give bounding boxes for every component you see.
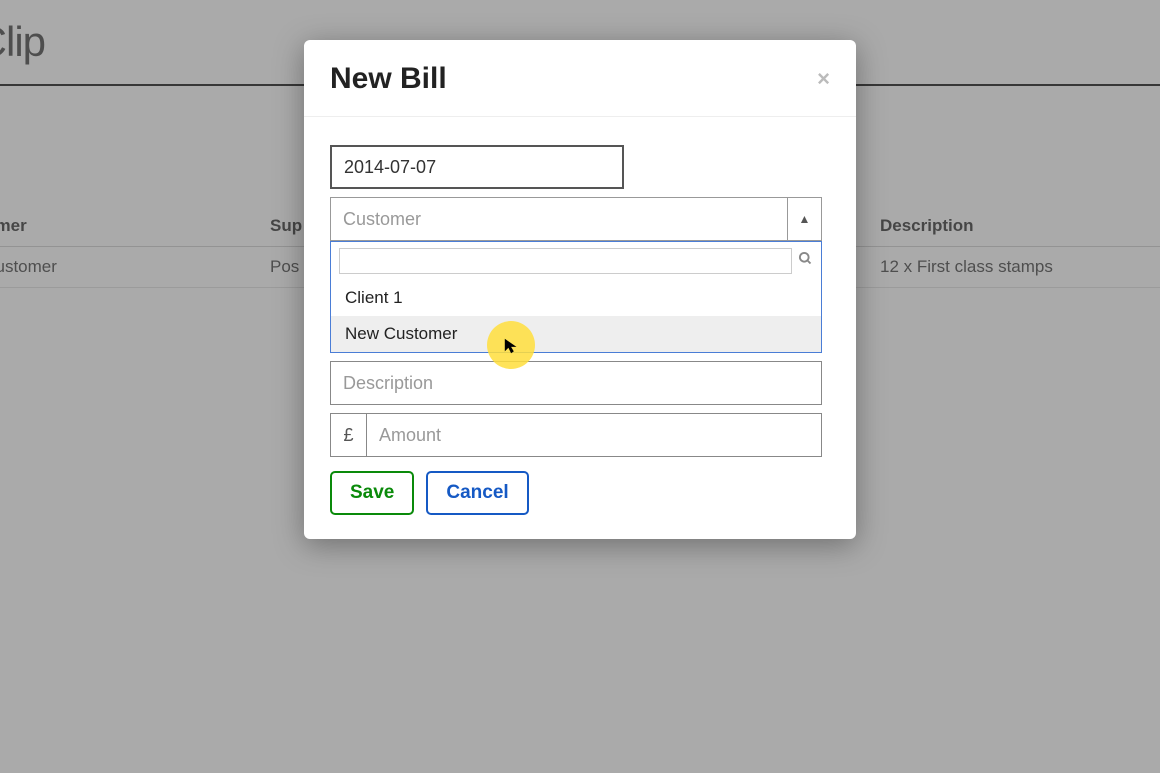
customer-dropdown: Client 1 New Customer: [330, 241, 822, 353]
description-input[interactable]: [330, 361, 822, 405]
cancel-button[interactable]: Cancel: [426, 471, 528, 515]
chevron-up-icon[interactable]: ▲: [787, 198, 821, 240]
date-input[interactable]: [330, 145, 624, 189]
currency-label: £: [330, 413, 366, 457]
new-bill-modal: New Bill × Customer ▲ Client 1 New Custo…: [304, 40, 856, 539]
dropdown-option-new-customer[interactable]: New Customer: [331, 316, 821, 352]
modal-title: New Bill: [330, 62, 447, 96]
customer-select-placeholder: Customer: [331, 198, 787, 240]
customer-select[interactable]: Customer ▲: [330, 197, 822, 241]
close-icon[interactable]: ×: [817, 66, 830, 92]
dropdown-search-input[interactable]: [339, 248, 792, 274]
save-button[interactable]: Save: [330, 471, 414, 515]
amount-input[interactable]: [366, 413, 822, 457]
dropdown-option-client1[interactable]: Client 1: [331, 280, 821, 316]
modal-header: New Bill ×: [304, 40, 856, 117]
search-icon: [798, 251, 813, 271]
